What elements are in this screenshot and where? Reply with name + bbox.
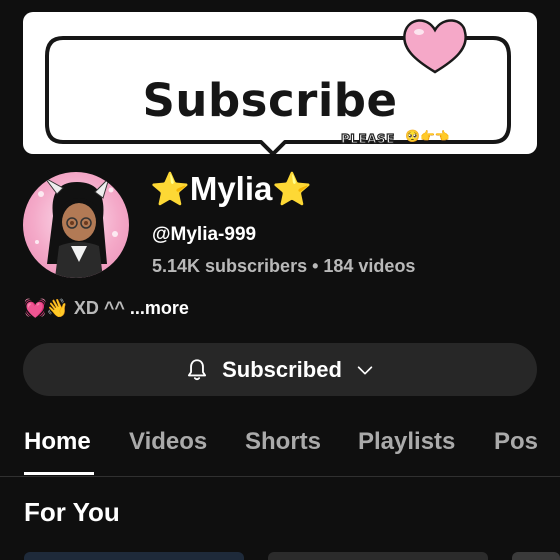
tab-shorts[interactable]: Shorts — [245, 428, 321, 456]
banner-subscribe-text: Subscribe — [142, 74, 398, 127]
video-thumbnail[interactable] — [24, 552, 244, 560]
bio-emoji: 💓👋 — [24, 298, 69, 318]
channel-stats: 5.14K subscribers • 184 videos — [152, 256, 416, 276]
tab-posts[interactable]: Pos — [494, 428, 538, 456]
video-thumbnail[interactable] — [268, 552, 488, 560]
tab-playlists[interactable]: Playlists — [358, 428, 455, 456]
channel-name-text: Mylia — [189, 170, 273, 207]
section-title: For You — [24, 497, 120, 527]
channel-tabs: Home Videos Shorts Playlists Pos — [0, 418, 560, 476]
more-link[interactable]: ...more — [130, 298, 189, 318]
tab-videos[interactable]: Videos — [129, 428, 207, 456]
banner-please-text: PLEASE — [340, 131, 395, 146]
chevron-down-icon — [357, 365, 373, 374]
tabs-divider — [0, 476, 560, 477]
avatar-character-graphic — [35, 177, 118, 278]
channel-handle: @Mylia-999 — [152, 224, 257, 245]
star-icon: ⭐ — [272, 171, 313, 207]
banner-emoji: 🥺👉👈 — [405, 129, 450, 143]
bell-icon — [188, 358, 207, 380]
bio-text: XD ^^ — [73, 298, 125, 318]
channel-banner: Subscribe PLEASE 🥺👉👈 — [23, 12, 537, 154]
subscribed-button-label: Subscribed — [222, 356, 342, 382]
video-thumbnail[interactable] — [512, 552, 560, 560]
star-icon: ⭐ — [150, 171, 190, 207]
active-tab-indicator — [24, 472, 94, 475]
subscribed-button[interactable]: Subscribed — [23, 343, 537, 396]
channel-name: ⭐Mylia⭐ — [150, 170, 312, 208]
tab-home[interactable]: Home — [24, 428, 91, 456]
channel-description[interactable]: 💓👋 XD ^^ ...more — [24, 298, 189, 319]
channel-avatar[interactable] — [23, 172, 129, 278]
